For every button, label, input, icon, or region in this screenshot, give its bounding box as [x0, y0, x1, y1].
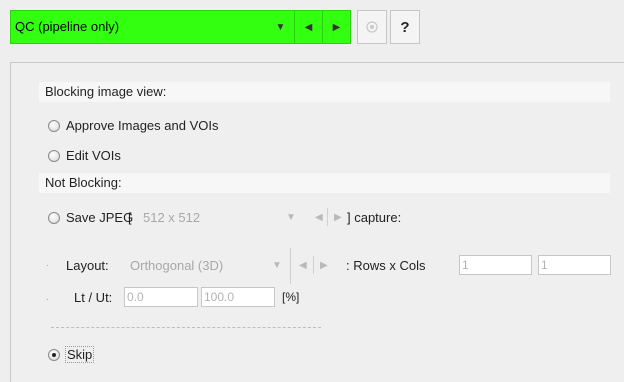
bracket-open: [	[128, 210, 132, 225]
layout-separator-1	[290, 248, 291, 284]
resolution-next-icon[interactable]: ▶	[334, 212, 342, 223]
toolbar: QC (pipeline only) ▼ ◀ ▶ ?	[0, 0, 624, 52]
layout-value[interactable]: Orthogonal (3D)	[130, 258, 223, 273]
ltut-row-marker: .	[46, 292, 49, 303]
not-blocking-section-title: Not Blocking:	[45, 175, 122, 190]
not-blocking-section-header: Not Blocking:	[39, 173, 610, 193]
dropdown-arrow-icon: ▼	[275, 21, 286, 33]
rows-cols-label: : Rows x Cols	[346, 258, 426, 273]
capture-label: ] capture:	[347, 210, 402, 225]
target-icon	[366, 21, 378, 33]
approve-images-radio[interactable]	[48, 119, 60, 132]
previous-button[interactable]: ◀	[295, 10, 323, 44]
qc-mode-value: QC (pipeline only)	[15, 19, 120, 34]
approve-images-label: Approve Images and VOIs	[66, 118, 219, 133]
skip-radio[interactable]	[48, 348, 60, 361]
resolution-prev-icon[interactable]: ◀	[315, 212, 323, 223]
next-arrow-icon: ▶	[332, 21, 341, 33]
help-button[interactable]: ?	[390, 10, 420, 44]
blocking-section-header: Blocking image view:	[39, 82, 610, 102]
edit-vois-radio[interactable]	[48, 149, 60, 162]
resolution-value[interactable]: 512 x 512	[143, 210, 200, 225]
layout-prev-icon[interactable]: ◀	[299, 260, 307, 271]
prev-arrow-icon: ◀	[304, 21, 313, 33]
skip-option[interactable]: Skip	[48, 346, 95, 363]
qc-mode-combo[interactable]: QC (pipeline only)	[10, 10, 267, 44]
dropdown-arrow-button[interactable]: ▼	[267, 10, 295, 44]
cols-input[interactable]: 1	[538, 255, 611, 275]
blocking-section-title: Blocking image view:	[45, 84, 167, 99]
lower-threshold-input[interactable]: 0.0	[124, 287, 198, 307]
resolution-separator	[327, 208, 328, 226]
help-icon: ?	[400, 18, 410, 36]
percent-label: [%]	[282, 290, 300, 304]
layout-next-icon[interactable]: ▶	[320, 260, 328, 271]
target-button[interactable]	[357, 10, 387, 44]
ltut-label: Lt / Ut:	[74, 290, 113, 305]
next-button[interactable]: ▶	[323, 10, 351, 44]
save-jpeg-radio[interactable]	[48, 211, 60, 224]
resolution-dropdown-icon[interactable]: ▼	[286, 212, 296, 223]
layout-dropdown-icon[interactable]: ▼	[272, 260, 282, 271]
edit-vois-option[interactable]: Edit VOIs	[48, 148, 121, 163]
skip-label: Skip	[65, 346, 95, 363]
save-jpeg-option[interactable]: Save JPEG	[48, 210, 133, 225]
upper-threshold-input[interactable]: 100.0	[201, 287, 275, 307]
layout-row-marker: .	[46, 258, 49, 269]
layout-label: Layout:	[66, 258, 109, 273]
options-divider	[51, 327, 321, 328]
layout-separator-2	[313, 256, 314, 274]
save-jpeg-label: Save JPEG	[66, 210, 134, 225]
rows-input[interactable]: 1	[459, 255, 532, 275]
edit-vois-label: Edit VOIs	[66, 148, 121, 163]
approve-images-option[interactable]: Approve Images and VOIs	[48, 118, 218, 133]
